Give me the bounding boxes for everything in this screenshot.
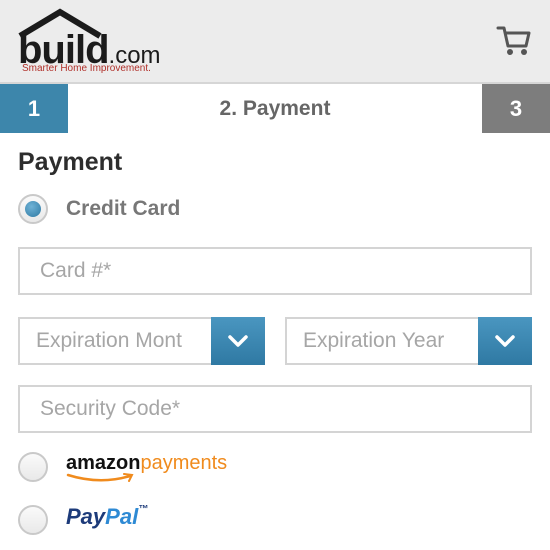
paypal-radio[interactable]	[18, 505, 48, 535]
step-1-tab[interactable]: 1	[0, 84, 68, 133]
cart-icon[interactable]	[496, 22, 532, 58]
expiration-year-value: Expiration Year	[285, 317, 478, 365]
amazon-payments-radio[interactable]	[18, 452, 48, 482]
security-code-input[interactable]: Security Code*	[18, 385, 532, 433]
amazon-smile-icon	[66, 473, 134, 482]
expiration-month-dropdown-button[interactable]	[211, 317, 265, 365]
chevron-down-icon	[228, 335, 248, 347]
step-3-tab[interactable]: 3	[482, 84, 550, 133]
expiration-month-value: Expiration Mont	[18, 317, 211, 365]
chevron-down-icon	[495, 335, 515, 347]
expiration-month-select[interactable]: Expiration Mont	[18, 317, 265, 365]
logo-tagline: Smarter Home Improvement.	[22, 63, 151, 74]
card-number-input[interactable]: Card #*	[18, 247, 532, 295]
checkout-steps: 1 2. Payment 3	[0, 84, 550, 133]
payment-section-title: Payment	[18, 148, 123, 176]
amazon-payments-logo[interactable]: amazonpayments	[66, 452, 227, 475]
site-header: build.com Smarter Home Improvement.	[0, 0, 550, 84]
credit-card-label[interactable]: Credit Card	[66, 197, 180, 221]
paypal-logo[interactable]: PayPal™	[66, 504, 148, 530]
credit-card-radio[interactable]	[18, 194, 48, 224]
build-logo[interactable]: build.com Smarter Home Improvement.	[16, 8, 176, 78]
expiration-year-select[interactable]: Expiration Year	[285, 317, 532, 365]
step-2-payment-tab: 2. Payment	[68, 84, 482, 133]
expiration-year-dropdown-button[interactable]	[478, 317, 532, 365]
